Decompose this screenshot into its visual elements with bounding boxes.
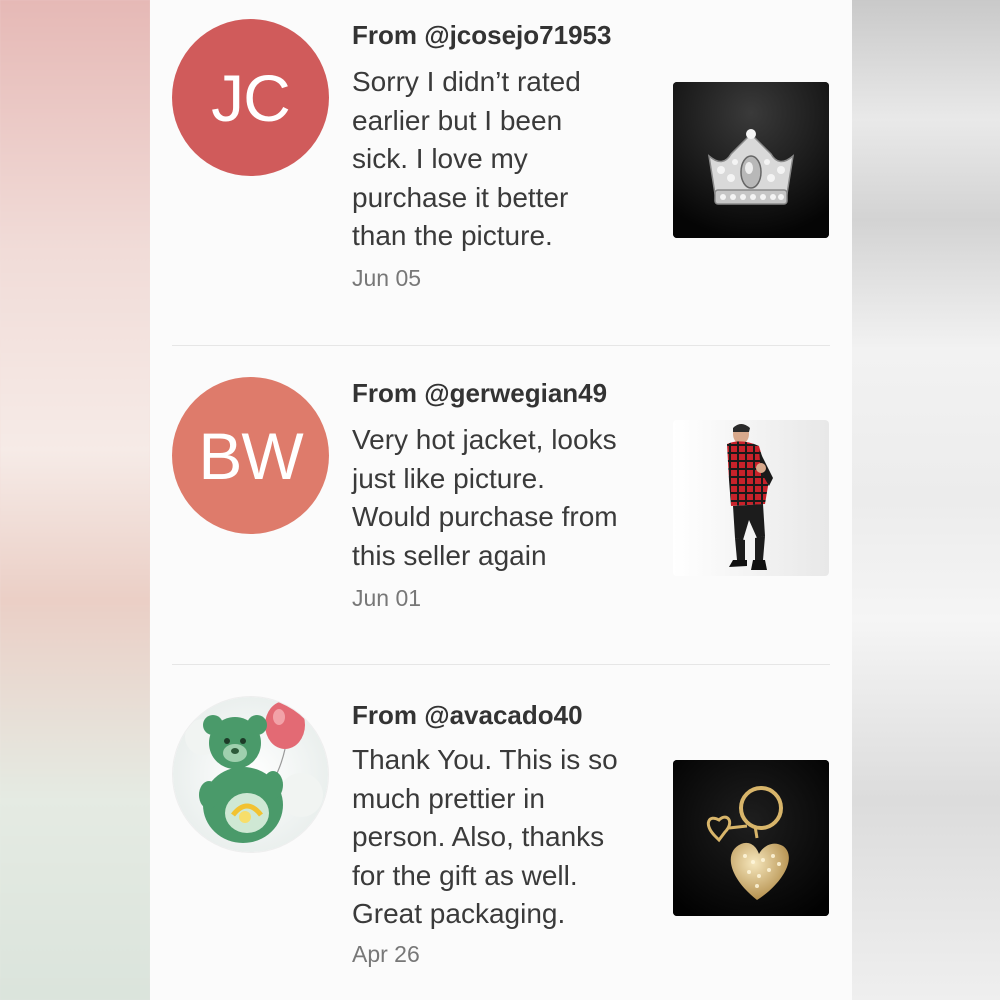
review-item: BW From @gerwegian49 Very hot jacket, lo… — [150, 346, 852, 665]
review-text-line: Great packaging. — [352, 898, 566, 929]
review-text-line: person. Also, thanks — [352, 821, 605, 852]
review-text-line: much prettier in — [352, 782, 545, 814]
review-text-line: Would purchase from — [352, 501, 618, 532]
plaid-jacket-image — [673, 420, 829, 576]
review-text: Thank You. This is so much prettier in p… — [352, 741, 652, 934]
review-author[interactable]: From @gerwegian49 — [352, 378, 607, 409]
product-thumbnail-heart-keychain[interactable] — [673, 760, 829, 916]
green-care-bear-avatar — [173, 697, 328, 852]
review-author[interactable]: From @avacado40 — [352, 700, 583, 731]
blurred-background-left — [0, 0, 150, 1000]
avatar[interactable] — [172, 696, 329, 853]
crown-brooch-image — [673, 82, 829, 238]
review-text: Very hot jacket, looks just like picture… — [352, 421, 652, 575]
review-item: JC From @jcosejo71953 Sorry I didn’t rat… — [150, 0, 852, 345]
avatar-initials: BW — [198, 418, 303, 493]
review-text-line: earlier but I been — [352, 104, 563, 136]
review-text-line: this seller again — [352, 539, 547, 571]
review-item: From @avacado40 Thank You. This is so mu… — [150, 665, 852, 1000]
avatar[interactable]: BW — [172, 377, 329, 534]
review-text-line: than the picture. — [352, 220, 553, 251]
review-date: Apr 26 — [352, 941, 420, 967]
avatar[interactable]: JC — [172, 19, 329, 176]
reviews-panel: JC From @jcosejo71953 Sorry I didn’t rat… — [150, 0, 852, 1000]
avatar-initials: JC — [211, 60, 291, 135]
review-author[interactable]: From @jcosejo71953 — [352, 20, 611, 51]
review-text-line: just like picture. — [352, 462, 545, 494]
review-date: Jun 05 — [352, 265, 422, 291]
product-thumbnail-crown-brooch[interactable] — [673, 82, 829, 238]
review-date: Jun 01 — [352, 585, 422, 611]
review-text-line: Sorry I didn’t rated — [352, 66, 581, 97]
review-text: Sorry I didn’t rated earlier but I been … — [352, 63, 652, 256]
review-text-line: Very hot jacket, looks — [352, 424, 617, 455]
review-text-line: purchase it better — [352, 181, 569, 213]
review-text-line: sick. I love my — [352, 143, 528, 174]
review-text-line: Thank You. This is so — [352, 744, 618, 775]
product-thumbnail-plaid-jacket[interactable] — [673, 420, 829, 576]
heart-keychain-image — [673, 760, 829, 916]
blurred-background-right — [852, 0, 1000, 1000]
review-text-line: for the gift as well. — [352, 859, 578, 891]
